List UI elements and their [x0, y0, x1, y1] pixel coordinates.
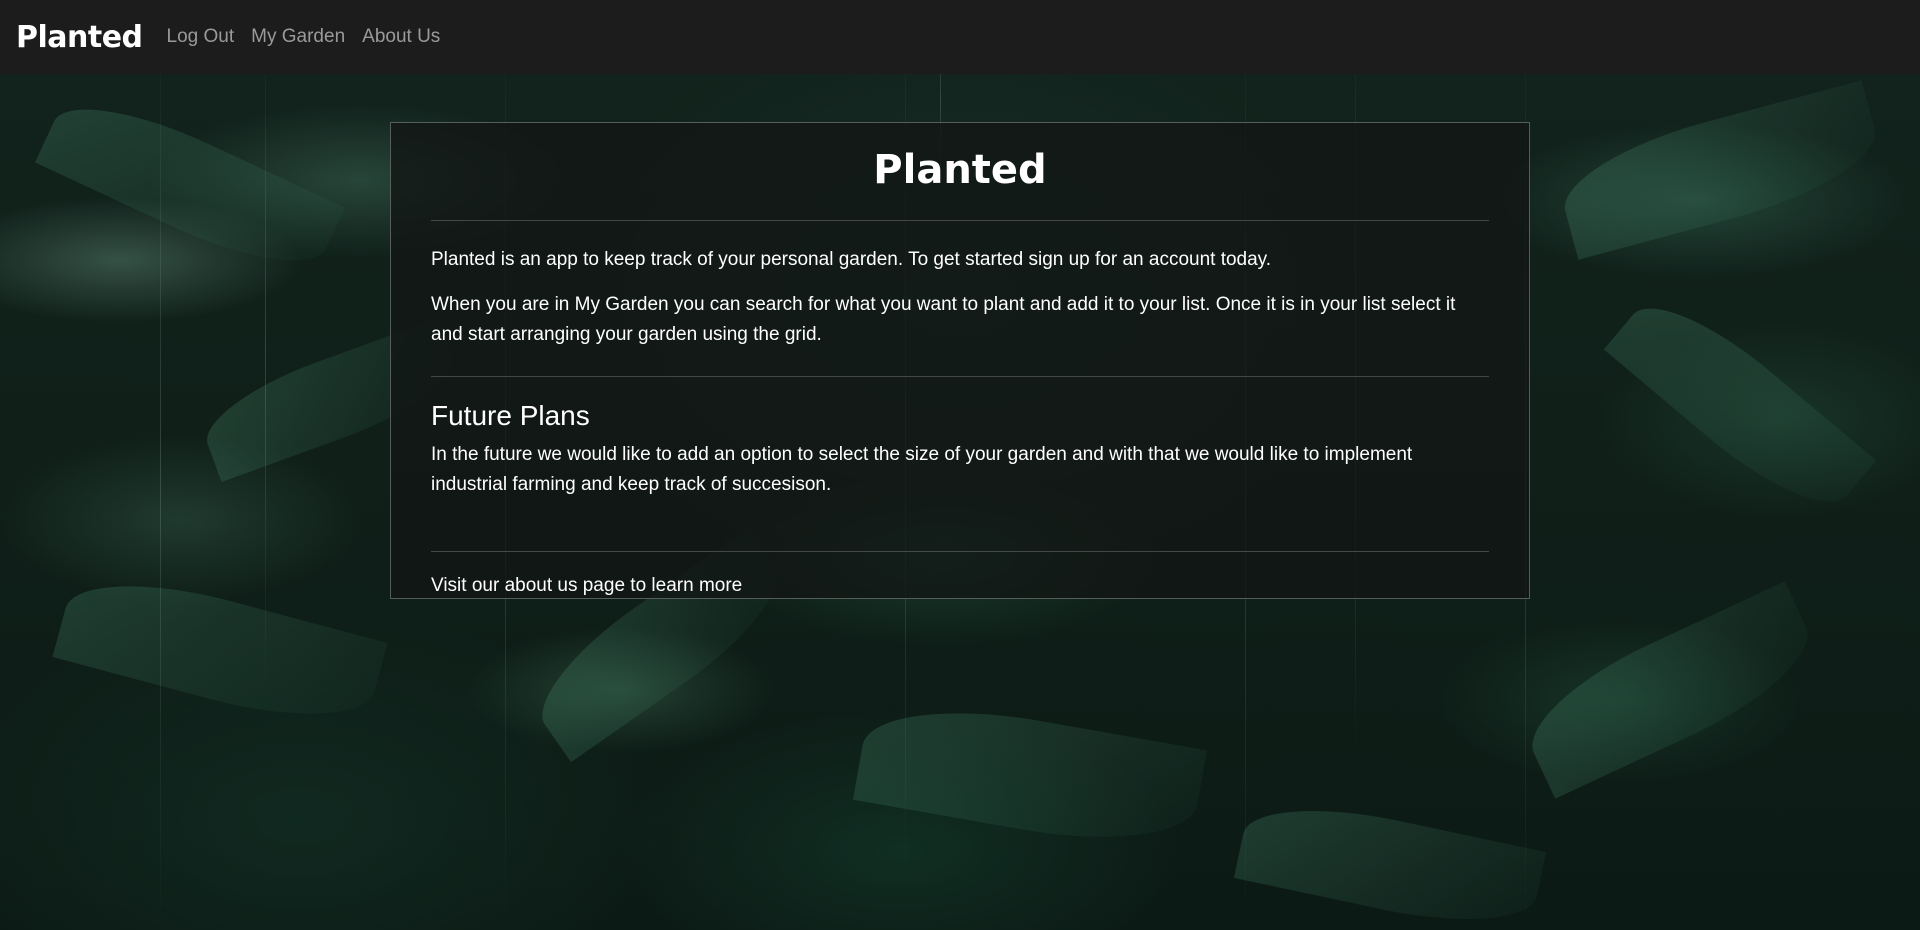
- top-navbar: Planted Log Out My Garden About Us: [0, 0, 1920, 74]
- nav-link-my-garden[interactable]: My Garden: [251, 26, 345, 48]
- about-us-link-text[interactable]: Visit our about us page to learn more: [431, 552, 1489, 597]
- intro-text: Planted is an app to keep track of your …: [431, 249, 1272, 270]
- nav-link-log-out[interactable]: Log Out: [167, 26, 235, 48]
- future-plans-heading: Future Plans: [431, 400, 590, 431]
- info-card: Planted Planted is an app to keep track …: [390, 122, 1530, 599]
- card-title: Planted: [873, 147, 1047, 193]
- divider: [431, 376, 1489, 377]
- nav-link-about-us[interactable]: About Us: [362, 26, 440, 48]
- instructions-text: When you are in My Garden you can search…: [431, 294, 1456, 345]
- future-plans-section: Future Plans In the future we would like…: [431, 400, 1489, 551]
- future-plans-text: In the future we would like to add an op…: [431, 444, 1413, 495]
- intro-section: Planted is an app to keep track of your …: [431, 221, 1489, 376]
- brand-logo[interactable]: Planted: [16, 20, 143, 55]
